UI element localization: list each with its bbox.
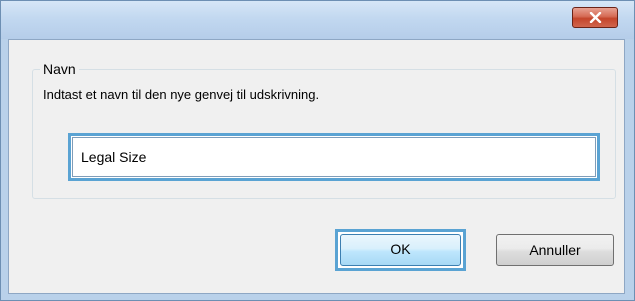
close-button[interactable] — [572, 7, 618, 28]
title-bar[interactable] — [1, 1, 634, 39]
ok-button-label: OK — [340, 234, 461, 266]
group-description: Indtast et navn til den nye genvej til u… — [43, 87, 320, 102]
name-input-frame — [68, 133, 600, 181]
ok-button[interactable]: OK — [335, 229, 466, 271]
cancel-button[interactable]: Annuller — [496, 234, 614, 266]
close-icon — [589, 12, 602, 23]
shortcut-name-input[interactable] — [72, 137, 596, 177]
group-title: Navn — [40, 60, 79, 78]
